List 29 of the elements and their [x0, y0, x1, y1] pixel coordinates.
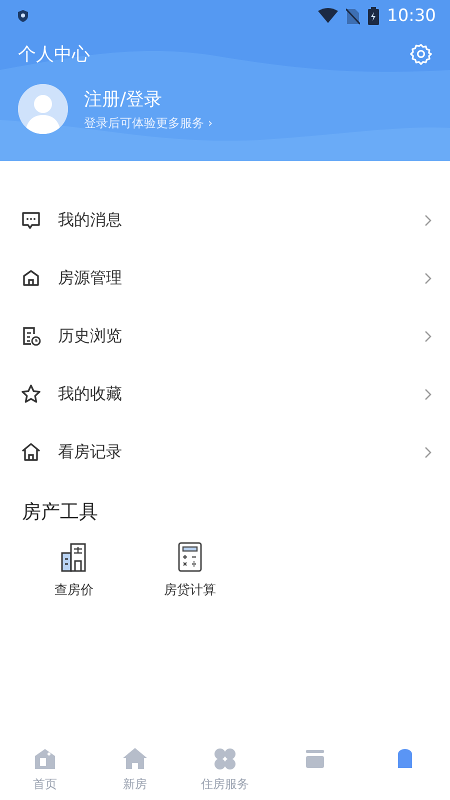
- grid-icon: [212, 746, 238, 772]
- battery-charging-icon: [368, 7, 379, 25]
- home-icon: [20, 441, 42, 463]
- menu-item[interactable]: 看房记录: [0, 423, 450, 481]
- history-icon: [20, 325, 42, 347]
- house-icon: [122, 746, 148, 772]
- house-icon: [20, 267, 42, 289]
- no-sim-icon: [346, 8, 360, 24]
- menu-item[interactable]: 历史浏览: [0, 307, 450, 365]
- tool-button[interactable]: 查房价: [16, 541, 132, 599]
- chevron-icon: [424, 446, 432, 458]
- chevron-icon: [424, 214, 432, 226]
- shield-icon: [17, 9, 29, 23]
- message-icon: [20, 209, 42, 231]
- settings-icon[interactable]: [410, 43, 432, 65]
- chevron-icon: [424, 272, 432, 284]
- section-title: 房产工具: [21, 500, 99, 525]
- tool-button[interactable]: 房贷计算: [132, 541, 248, 599]
- star-icon: [20, 383, 42, 405]
- chevron-icon: [424, 330, 432, 342]
- chevron-icon: [424, 388, 432, 400]
- status-time: 10:30: [387, 6, 436, 26]
- home-icon: [32, 746, 58, 772]
- wifi-icon: [318, 8, 338, 24]
- building-icon: [59, 541, 89, 573]
- page-title: 个人中心: [18, 43, 90, 66]
- menu-item[interactable]: 我的收藏: [0, 365, 450, 423]
- menu-item[interactable]: 我的消息: [0, 191, 450, 249]
- menu-item[interactable]: 房源管理: [0, 249, 450, 307]
